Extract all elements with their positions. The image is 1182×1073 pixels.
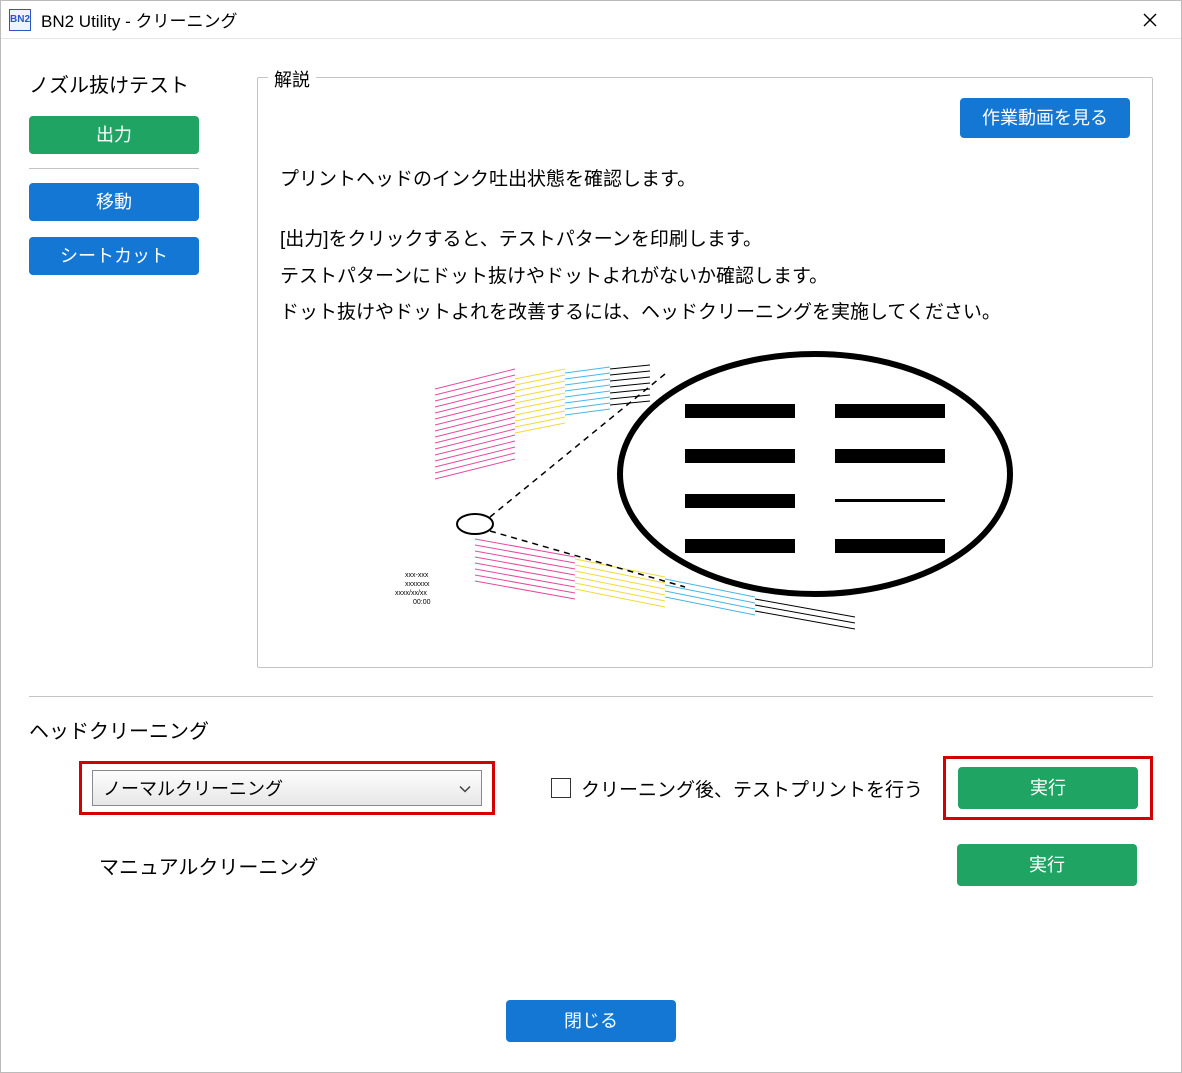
sheet-cut-button[interactable]: シートカット — [29, 237, 199, 275]
divider — [29, 168, 199, 169]
execute-manual-cleaning-button[interactable]: 実行 — [957, 844, 1137, 886]
explanation-text: プリントヘッドのインク吐出状態を確認します。 [出力]をクリックすると、テストパ… — [280, 164, 1130, 329]
explanation-line: テストパターンにドット抜けやドットよれがないか確認します。 — [280, 261, 1130, 293]
execute-highlight: 実行 — [943, 756, 1153, 820]
nozzle-test-panel: ノズル抜けテスト 出力 移動 シートカット — [29, 69, 239, 668]
footer: 閉じる — [29, 980, 1153, 1052]
cleaning-type-selected: ノーマルクリーニング — [103, 775, 283, 801]
watch-video-button[interactable]: 作業動画を見る — [960, 98, 1130, 138]
nozzle-test-title: ノズル抜けテスト — [29, 69, 239, 98]
execute-cleaning-button[interactable]: 実行 — [958, 767, 1138, 809]
manual-cleaning-row: マニュアルクリーニング 実行 — [99, 844, 1153, 886]
svg-text:xxxx/xx/xx: xxxx/xx/xx — [395, 590, 427, 597]
svg-text:xxx-xxx: xxx-xxx — [405, 572, 429, 579]
cleaning-type-dropdown[interactable]: ノーマルクリーニング — [92, 770, 482, 806]
svg-text:00:00: 00:00 — [413, 599, 431, 606]
content-area: ノズル抜けテスト 出力 移動 シートカット 解説 作業動画を見る プリントヘッド… — [1, 39, 1181, 1072]
cleaning-row: ノーマルクリーニング クリーニング後、テストプリントを行う 実行 — [79, 756, 1153, 820]
output-button[interactable]: 出力 — [29, 116, 199, 154]
nozzle-test-illustration: xxx-xxx xxxxxxx xxxx/xx/xx 00:00 — [280, 349, 1130, 649]
explanation-line: プリントヘッドのインク吐出状態を確認します。 — [280, 164, 1130, 196]
manual-cleaning-label: マニュアルクリーニング — [99, 851, 318, 880]
explanation-panel: 解説 作業動画を見る プリントヘッドのインク吐出状態を確認します。 [出力]をク… — [257, 77, 1153, 668]
close-dialog-button[interactable]: 閉じる — [506, 1000, 676, 1042]
cleaning-dropdown-highlight: ノーマルクリーニング — [79, 761, 495, 815]
titlebar: BN2 BN2 Utility - クリーニング — [1, 1, 1181, 39]
window-title: BN2 Utility - クリーニング — [41, 7, 1127, 32]
head-cleaning-title: ヘッドクリーニング — [29, 715, 1153, 744]
close-icon — [1143, 13, 1157, 27]
test-print-checkbox-label: クリーニング後、テストプリントを行う — [581, 775, 923, 802]
explanation-line: ドット抜けやドットよれを改善するには、ヘッドクリーニングを実施してください。 — [280, 297, 1130, 329]
top-area: ノズル抜けテスト 出力 移動 シートカット 解説 作業動画を見る プリントヘッド… — [29, 69, 1153, 668]
app-icon: BN2 — [9, 9, 31, 31]
explanation-line: [出力]をクリックすると、テストパターンを印刷します。 — [280, 224, 1130, 256]
chevron-down-icon — [459, 778, 471, 799]
test-print-checkbox[interactable] — [551, 778, 571, 798]
window-close-button[interactable] — [1127, 5, 1173, 35]
section-divider — [29, 696, 1153, 697]
move-button[interactable]: 移動 — [29, 183, 199, 221]
svg-text:xxxxxxx: xxxxxxx — [405, 581, 430, 588]
explanation-legend: 解説 — [268, 66, 316, 92]
test-print-checkbox-row: クリーニング後、テストプリントを行う — [551, 775, 923, 802]
app-window: BN2 BN2 Utility - クリーニング ノズル抜けテスト 出力 移動 … — [0, 0, 1182, 1073]
